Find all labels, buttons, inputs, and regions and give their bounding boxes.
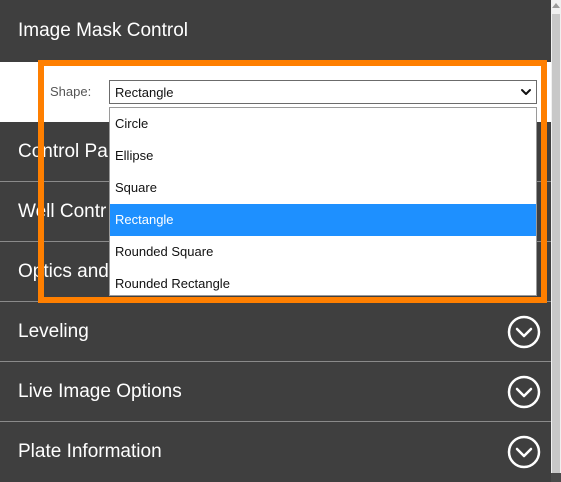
chevron-down-circle-icon[interactable] bbox=[507, 315, 541, 349]
section-live-image-options[interactable]: Live Image Options bbox=[0, 362, 551, 422]
section-label: Plate Information bbox=[18, 441, 162, 462]
option-label: Ellipse bbox=[115, 148, 154, 163]
section-label: Optics and bbox=[18, 261, 109, 282]
chevron-down-icon bbox=[521, 89, 531, 95]
shape-option-ellipse[interactable]: Ellipse bbox=[110, 140, 536, 172]
image-mask-control-header[interactable]: Image Mask Control bbox=[0, 0, 551, 62]
section-plate-information[interactable]: Plate Information bbox=[0, 422, 551, 482]
section-label: Control Pa bbox=[18, 141, 108, 162]
section-label: Well Contr bbox=[18, 201, 107, 222]
shape-select-value: Rectangle bbox=[115, 85, 174, 100]
shape-dropdown-list: Circle Ellipse Square Rectangle Rounded … bbox=[109, 107, 537, 296]
option-label: Rounded Rectangle bbox=[115, 276, 230, 291]
option-label: Rectangle bbox=[115, 212, 174, 227]
chevron-down-circle-icon[interactable] bbox=[507, 375, 541, 409]
section-title: Image Mask Control bbox=[18, 20, 189, 41]
shape-option-square[interactable]: Square bbox=[110, 172, 536, 204]
chevron-down-circle-icon[interactable] bbox=[507, 435, 541, 469]
scrollbar-thumb[interactable] bbox=[552, 14, 560, 473]
option-label: Circle bbox=[115, 116, 149, 131]
shape-select[interactable]: Rectangle bbox=[109, 80, 537, 104]
shape-option-rounded-rectangle[interactable]: Rounded Rectangle bbox=[110, 268, 536, 300]
option-label: Rounded Square bbox=[115, 244, 214, 259]
section-label: Live Image Options bbox=[18, 381, 182, 402]
shape-label: Shape: bbox=[50, 84, 92, 99]
settings-panel: Image Mask Control Control Pa Well Contr… bbox=[0, 0, 551, 482]
shape-option-circle[interactable]: Circle bbox=[110, 108, 536, 140]
option-label: Square bbox=[115, 180, 157, 195]
section-label: Leveling bbox=[18, 321, 89, 342]
shape-option-rounded-square[interactable]: Rounded Square bbox=[110, 236, 536, 268]
shape-option-rectangle[interactable]: Rectangle bbox=[110, 204, 536, 236]
vertical-scrollbar[interactable] bbox=[551, 0, 561, 473]
scroll-up-arrow-icon[interactable] bbox=[552, 3, 560, 8]
section-leveling[interactable]: Leveling bbox=[0, 302, 551, 362]
